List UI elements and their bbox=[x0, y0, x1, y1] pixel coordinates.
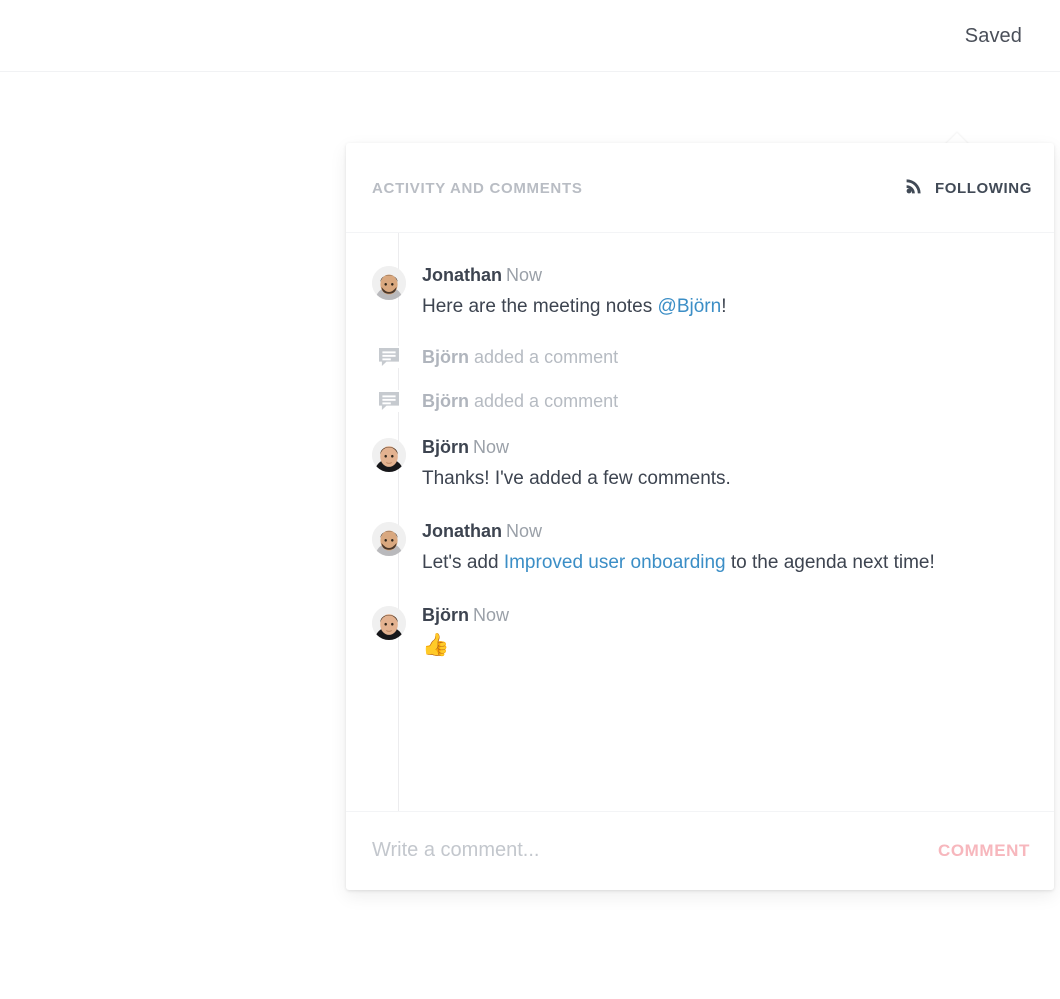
activity-author: Björn bbox=[422, 391, 469, 411]
comment-meta: Björn Now bbox=[422, 434, 731, 460]
comment-bubble-icon bbox=[372, 346, 406, 368]
comment-author: Björn bbox=[422, 605, 469, 625]
comment-time: Now bbox=[473, 605, 510, 625]
comment-meta: Björn Now bbox=[422, 602, 509, 628]
comment-emoji: 👍 bbox=[422, 632, 450, 657]
activity-text: Björn added a comment bbox=[422, 388, 618, 414]
activity-text: Björn added a comment bbox=[422, 344, 618, 370]
comment-body: Björn Now 👍 bbox=[422, 601, 509, 662]
comment-item: Björn Now Thanks! I've added a few commen… bbox=[346, 423, 1054, 507]
comment-time: Now bbox=[473, 437, 510, 457]
following-button[interactable]: FOLLOWING bbox=[906, 177, 1032, 199]
comment-meta: Jonathan Now bbox=[422, 262, 726, 288]
comment-text-part: Here are the meeting notes bbox=[422, 296, 658, 317]
activity-feed: Jonathan Now Here are the meeting notes @… bbox=[346, 233, 1054, 811]
top-status-bar: Saved bbox=[0, 0, 1060, 72]
comment-composer: COMMENT bbox=[346, 811, 1054, 889]
avatar bbox=[372, 266, 406, 300]
document-toolbar bbox=[0, 72, 1060, 213]
comment-time: Now bbox=[506, 265, 543, 285]
comment-body: Jonathan Now Here are the meeting notes @… bbox=[422, 261, 726, 325]
avatar bbox=[372, 438, 406, 472]
comment-meta: Jonathan Now bbox=[422, 518, 935, 544]
comment-text-part: ! bbox=[721, 296, 727, 317]
comment-text-part: Let's add bbox=[422, 552, 504, 573]
comment-author: Jonathan bbox=[422, 265, 503, 285]
activity-comments-panel: ACTIVITY AND COMMENTS FOLLOWING Jonathan… bbox=[346, 143, 1054, 890]
comment-item: Jonathan Now Let's add Improved user onbo… bbox=[346, 507, 1054, 591]
following-label: FOLLOWING bbox=[934, 179, 1032, 197]
rss-feed-icon bbox=[906, 177, 923, 199]
activity-action: added a comment bbox=[469, 347, 619, 367]
comment-bubble-icon bbox=[372, 390, 406, 412]
comment-text: Here are the meeting notes @Björn! bbox=[422, 288, 726, 325]
comment-item: Jonathan Now Here are the meeting notes @… bbox=[346, 251, 1054, 335]
comment-text-part: to the agenda next time! bbox=[725, 552, 935, 573]
avatar bbox=[372, 522, 406, 556]
comment-time: Now bbox=[506, 521, 543, 541]
comment-author: Jonathan bbox=[422, 521, 503, 541]
mention-link[interactable]: @Björn bbox=[658, 296, 722, 317]
activity-item: Björn added a comment bbox=[346, 379, 1054, 423]
avatar bbox=[372, 606, 406, 640]
comment-body: Jonathan Now Let's add Improved user onbo… bbox=[422, 517, 935, 581]
comment-input[interactable] bbox=[372, 839, 924, 862]
comment-text: Let's add Improved user onboarding to th… bbox=[422, 544, 935, 581]
panel-title: ACTIVITY AND COMMENTS bbox=[372, 180, 583, 197]
saved-status-label: Saved bbox=[964, 25, 1022, 47]
panel-header: ACTIVITY AND COMMENTS FOLLOWING bbox=[346, 143, 1054, 233]
comment-text: Thanks! I've added a few comments. bbox=[422, 468, 731, 489]
comment-author: Björn bbox=[422, 437, 469, 457]
submit-comment-button[interactable]: COMMENT bbox=[938, 841, 1030, 861]
activity-action: added a comment bbox=[469, 391, 619, 411]
activity-author: Björn bbox=[422, 347, 469, 367]
task-link[interactable]: Improved user onboarding bbox=[504, 552, 726, 573]
activity-item: Björn added a comment bbox=[346, 335, 1054, 379]
comment-body: Björn Now Thanks! I've added a few commen… bbox=[422, 433, 731, 497]
comment-item: Björn Now 👍 bbox=[346, 591, 1054, 672]
